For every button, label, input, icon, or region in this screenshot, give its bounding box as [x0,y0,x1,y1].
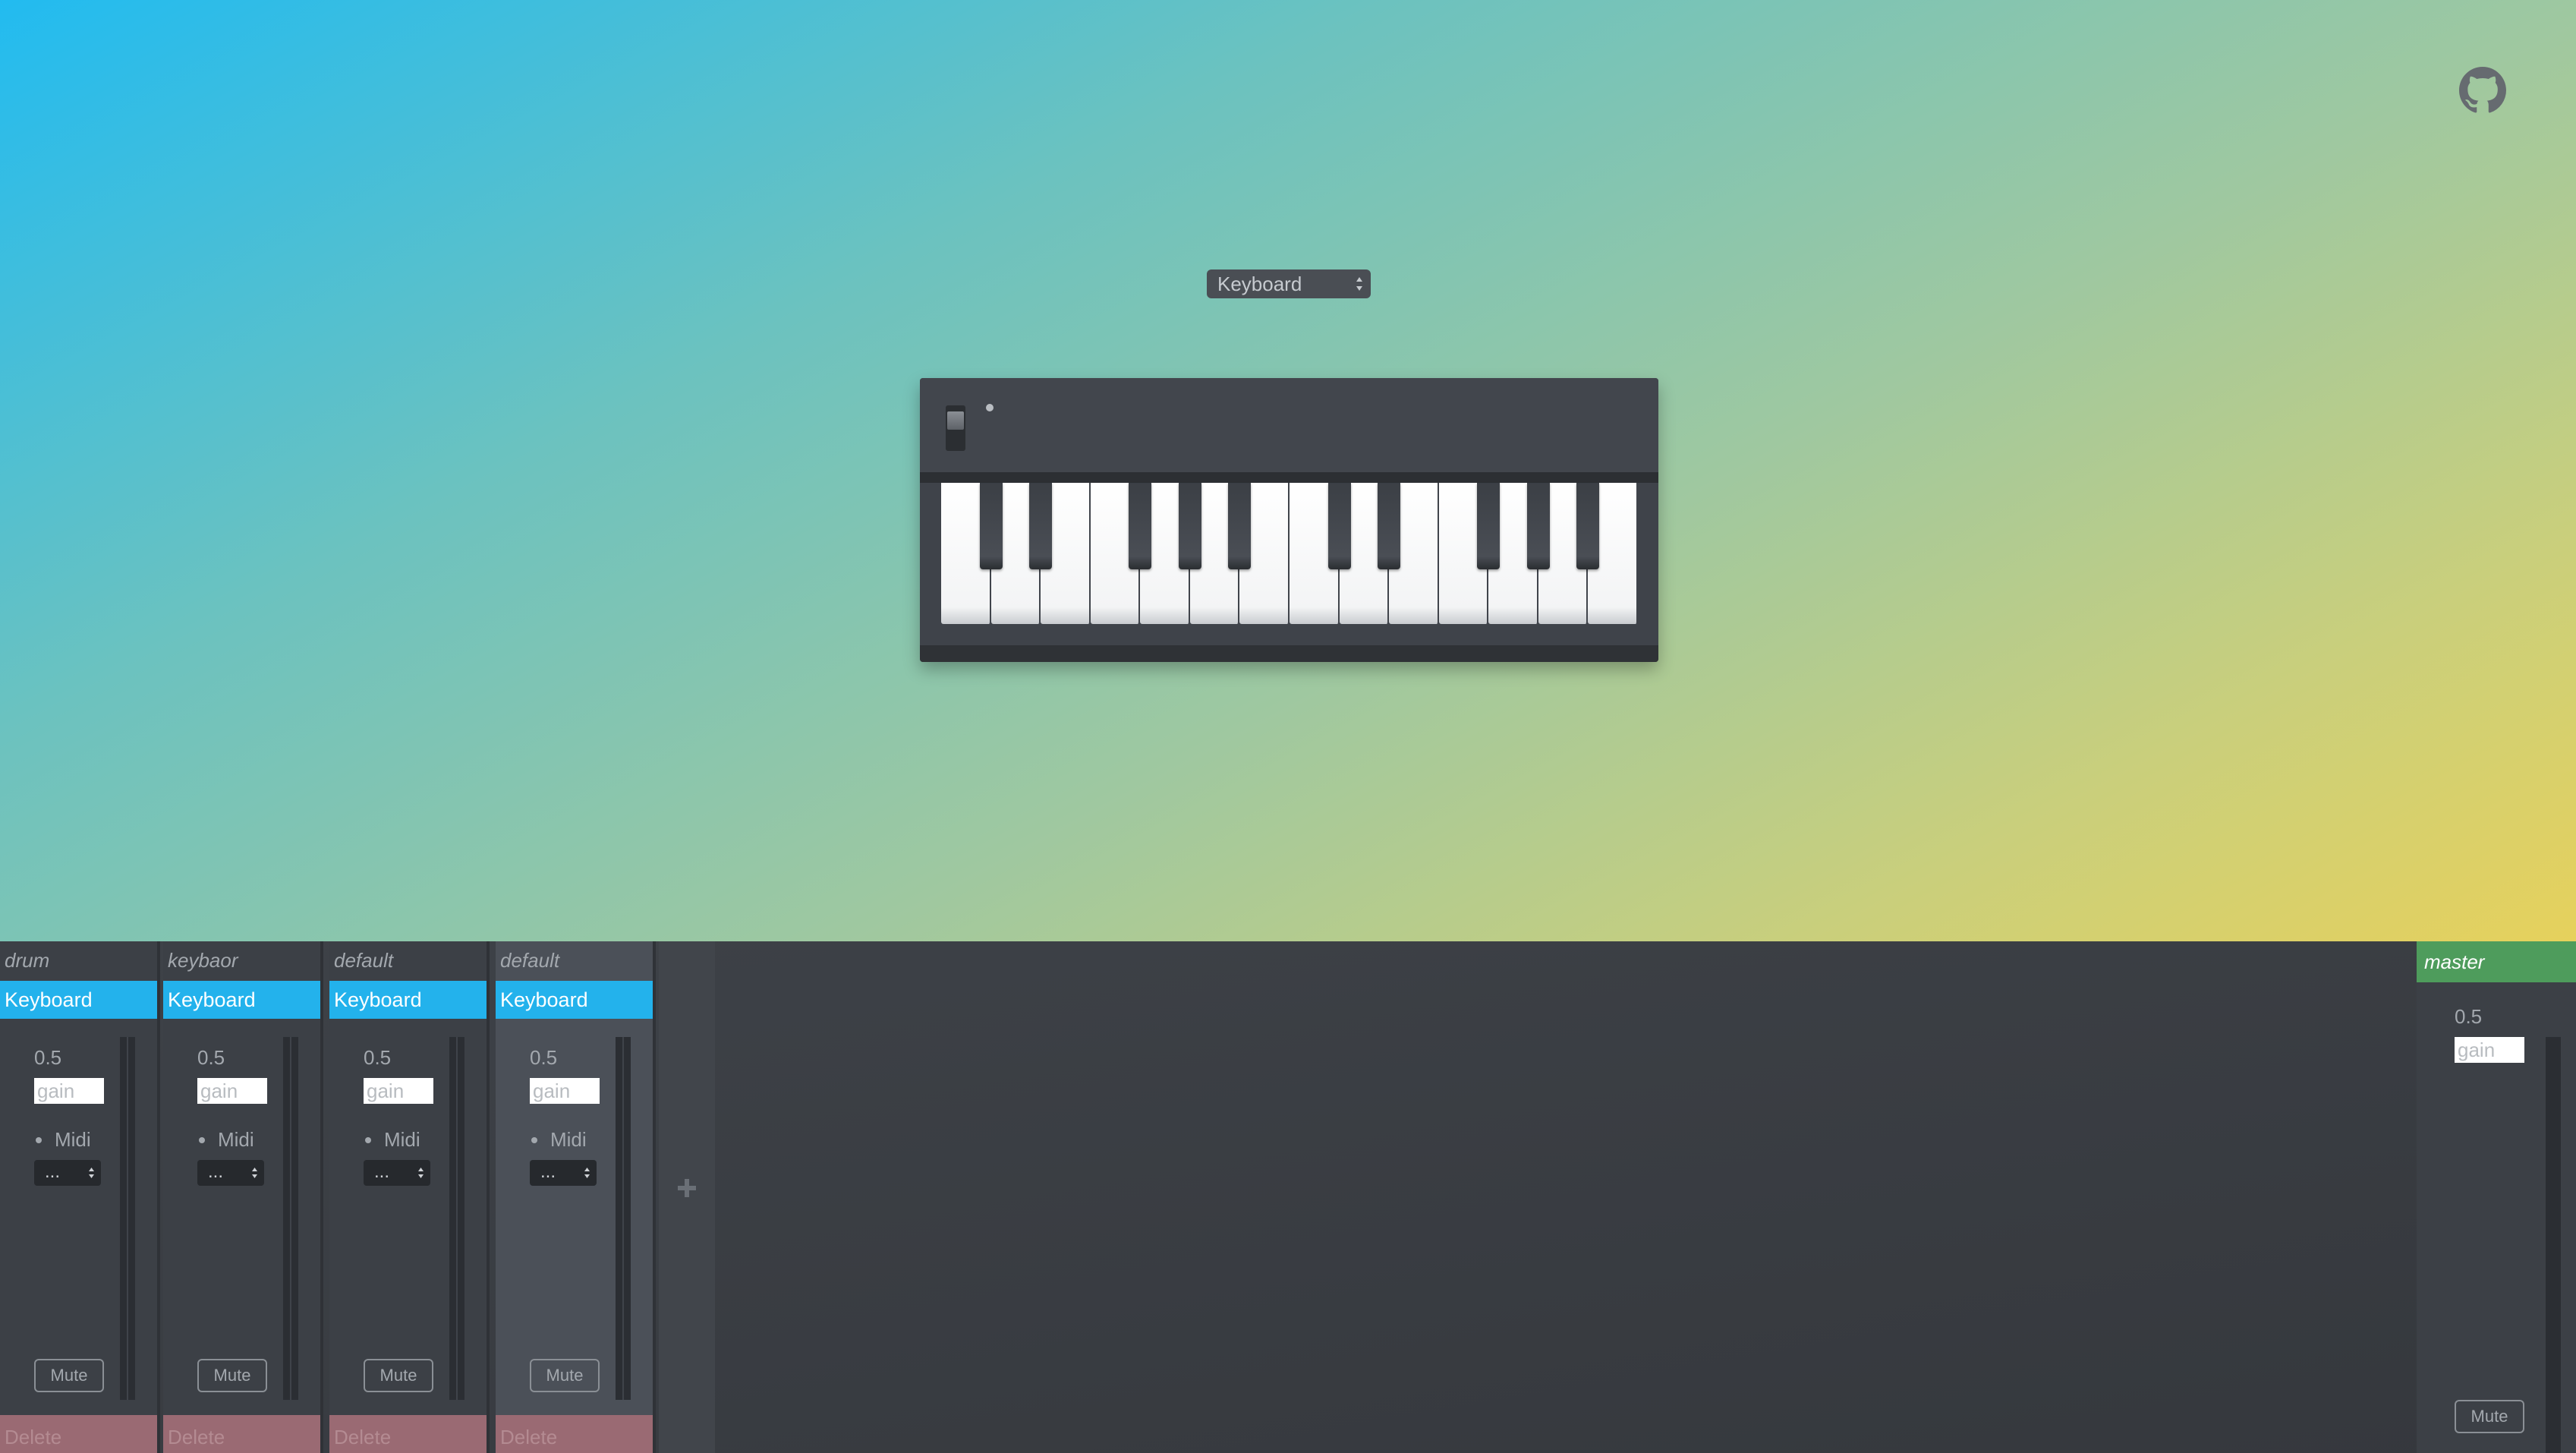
black-key[interactable] [1477,483,1501,569]
keyboard-bottom-edge [920,645,1658,662]
instrument-select-value: Keyboard [1217,273,1302,295]
pitch-slider-knob[interactable] [947,411,964,430]
midi-label: Midi [55,1128,91,1151]
black-key[interactable] [1327,483,1351,569]
mute-button[interactable]: Mute [34,1359,104,1392]
black-key[interactable] [1228,483,1252,569]
channel-instrument[interactable]: Keyboard [163,981,320,1019]
chevron-up-down-icon [584,1168,590,1178]
black-key[interactable] [979,483,1003,569]
github-icon[interactable] [2459,67,2506,114]
midi-label: Midi [384,1128,420,1151]
midi-select[interactable]: ... [364,1160,430,1186]
black-key[interactable] [1526,483,1550,569]
midi-select-value: ... [540,1161,556,1182]
midi-select-value: ... [45,1161,61,1182]
mixer-channel: keybaor Keyboard 0.5 Midi ... Mute Delet… [163,941,323,1453]
level-meter [449,1037,464,1400]
gain-input[interactable] [530,1078,600,1104]
power-led [986,404,994,411]
keyboard-felt-strip [920,472,1658,483]
level-meter [283,1037,298,1400]
black-key[interactable] [1178,483,1201,569]
channel-instrument[interactable]: Keyboard [329,981,487,1019]
gain-input[interactable] [364,1078,433,1104]
plus-icon [678,1179,696,1197]
chevron-up-down-icon [418,1168,424,1178]
black-key[interactable] [1378,483,1401,569]
midi-select[interactable]: ... [34,1160,101,1186]
piano-keys [941,483,1638,627]
master-channel-name: master [2417,941,2576,982]
chevron-up-down-icon [252,1168,257,1178]
pitch-slider[interactable] [946,405,965,451]
channel-name[interactable]: drum [5,949,49,972]
midi-label: Midi [218,1128,254,1151]
mixer-channel: default Keyboard 0.5 Midi ... Mute Delet… [329,941,490,1453]
midi-indicator [36,1137,42,1143]
delete-button[interactable]: Delete [496,1415,653,1453]
master-channel: master 0.5 Mute [2417,941,2576,1453]
mute-button[interactable]: Mute [364,1359,433,1392]
midi-select-value: ... [208,1161,224,1182]
master-gain-input[interactable] [2455,1037,2524,1063]
mixer-channel: default Keyboard 0.5 Midi ... Mute Delet… [496,941,656,1453]
delete-button[interactable]: Delete [163,1415,320,1453]
delete-button[interactable]: Delete [329,1415,487,1453]
mute-button[interactable]: Mute [197,1359,267,1392]
channel-instrument[interactable]: Keyboard [0,981,157,1019]
mixer-channel: drum Keyboard 0.5 Midi ... Mute Delete [0,941,160,1453]
chevron-up-down-icon [1356,277,1362,291]
channel-name[interactable]: keybaor [168,949,238,972]
midi-select-value: ... [374,1161,390,1182]
black-key[interactable] [1129,483,1152,569]
chevron-up-down-icon [89,1168,94,1178]
master-mute-button[interactable]: Mute [2455,1400,2524,1433]
master-level-meter [2546,1037,2561,1453]
gain-value: 0.5 [530,1046,558,1069]
stage-background: Keyboard [0,0,2576,941]
gain-value: 0.5 [197,1046,225,1069]
level-meter [616,1037,631,1400]
keyboard-top-panel [920,378,1658,472]
midi-select[interactable]: ... [197,1160,264,1186]
midi-indicator [531,1137,537,1143]
gain-value: 0.5 [364,1046,392,1069]
gain-value: 0.5 [34,1046,62,1069]
delete-button[interactable]: Delete [0,1415,157,1453]
piano-keyboard [920,378,1658,662]
mute-button[interactable]: Mute [530,1359,600,1392]
midi-label: Midi [550,1128,587,1151]
black-key[interactable] [1576,483,1600,569]
instrument-select[interactable]: Keyboard [1207,269,1371,298]
channel-name[interactable]: default [500,949,559,972]
level-meter [120,1037,135,1400]
gain-input[interactable] [34,1078,104,1104]
channel-name[interactable]: default [334,949,393,972]
midi-indicator [199,1137,205,1143]
add-channel-button[interactable] [659,941,715,1453]
gain-input[interactable] [197,1078,267,1104]
midi-select[interactable]: ... [530,1160,597,1186]
midi-indicator [365,1137,371,1143]
black-key[interactable] [1029,483,1053,569]
master-gain-value: 0.5 [2455,1005,2483,1028]
mixer-panel: drum Keyboard 0.5 Midi ... Mute Delete k… [0,941,2576,1453]
channel-instrument[interactable]: Keyboard [496,981,653,1019]
